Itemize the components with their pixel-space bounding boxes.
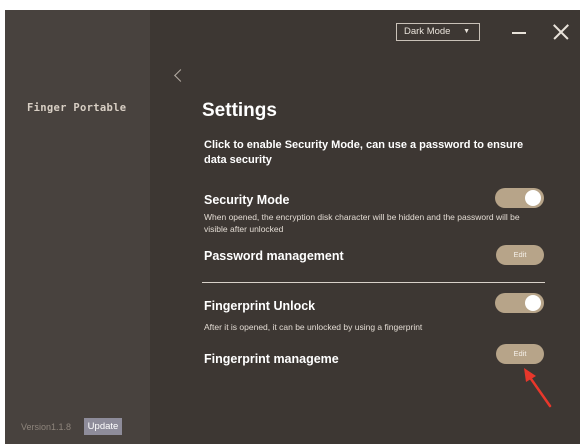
fingerprint-unlock-description: After it is opened, it can be unlocked b… [204, 322, 423, 332]
app-window: Finger Portable Version1.1.8 Update Dark… [5, 10, 580, 444]
app-name: Finger Portable [27, 102, 127, 114]
fingerprint-unlock-title: Fingerprint Unlock [204, 299, 316, 313]
security-mode-title: Security Mode [204, 193, 290, 207]
update-button[interactable]: Update [84, 418, 122, 435]
password-edit-button[interactable]: Edit [496, 245, 544, 265]
password-management-title: Password management [204, 249, 344, 263]
section-divider [202, 282, 545, 283]
fingerprint-management-title: Fingerprint manageme [204, 352, 339, 366]
title-bar: Dark Mode ▼ [150, 10, 580, 54]
page-title: Settings [202, 100, 277, 121]
minimize-icon[interactable] [510, 22, 530, 42]
version-label: Version1.1.8 [21, 422, 72, 432]
close-icon[interactable] [550, 21, 572, 43]
toggle-knob [525, 190, 541, 206]
theme-mode-value: Dark Mode [404, 26, 451, 37]
chevron-down-icon: ▼ [463, 28, 470, 35]
fingerprint-edit-button[interactable]: Edit [496, 344, 544, 364]
security-mode-description: When opened, the encryption disk charact… [204, 212, 520, 234]
settings-description: Click to enable Security Mode, can use a… [204, 139, 524, 166]
security-mode-toggle[interactable] [495, 188, 544, 208]
back-chevron-icon[interactable] [172, 67, 186, 85]
sidebar: Finger Portable Version1.1.8 Update [5, 10, 150, 444]
main-panel: Dark Mode ▼ Settings Click to enable Sec… [150, 10, 580, 444]
annotation-arrow-icon [524, 368, 552, 408]
toggle-knob [525, 295, 541, 311]
theme-mode-select[interactable]: Dark Mode ▼ [396, 23, 480, 41]
fingerprint-unlock-toggle[interactable] [495, 293, 544, 313]
